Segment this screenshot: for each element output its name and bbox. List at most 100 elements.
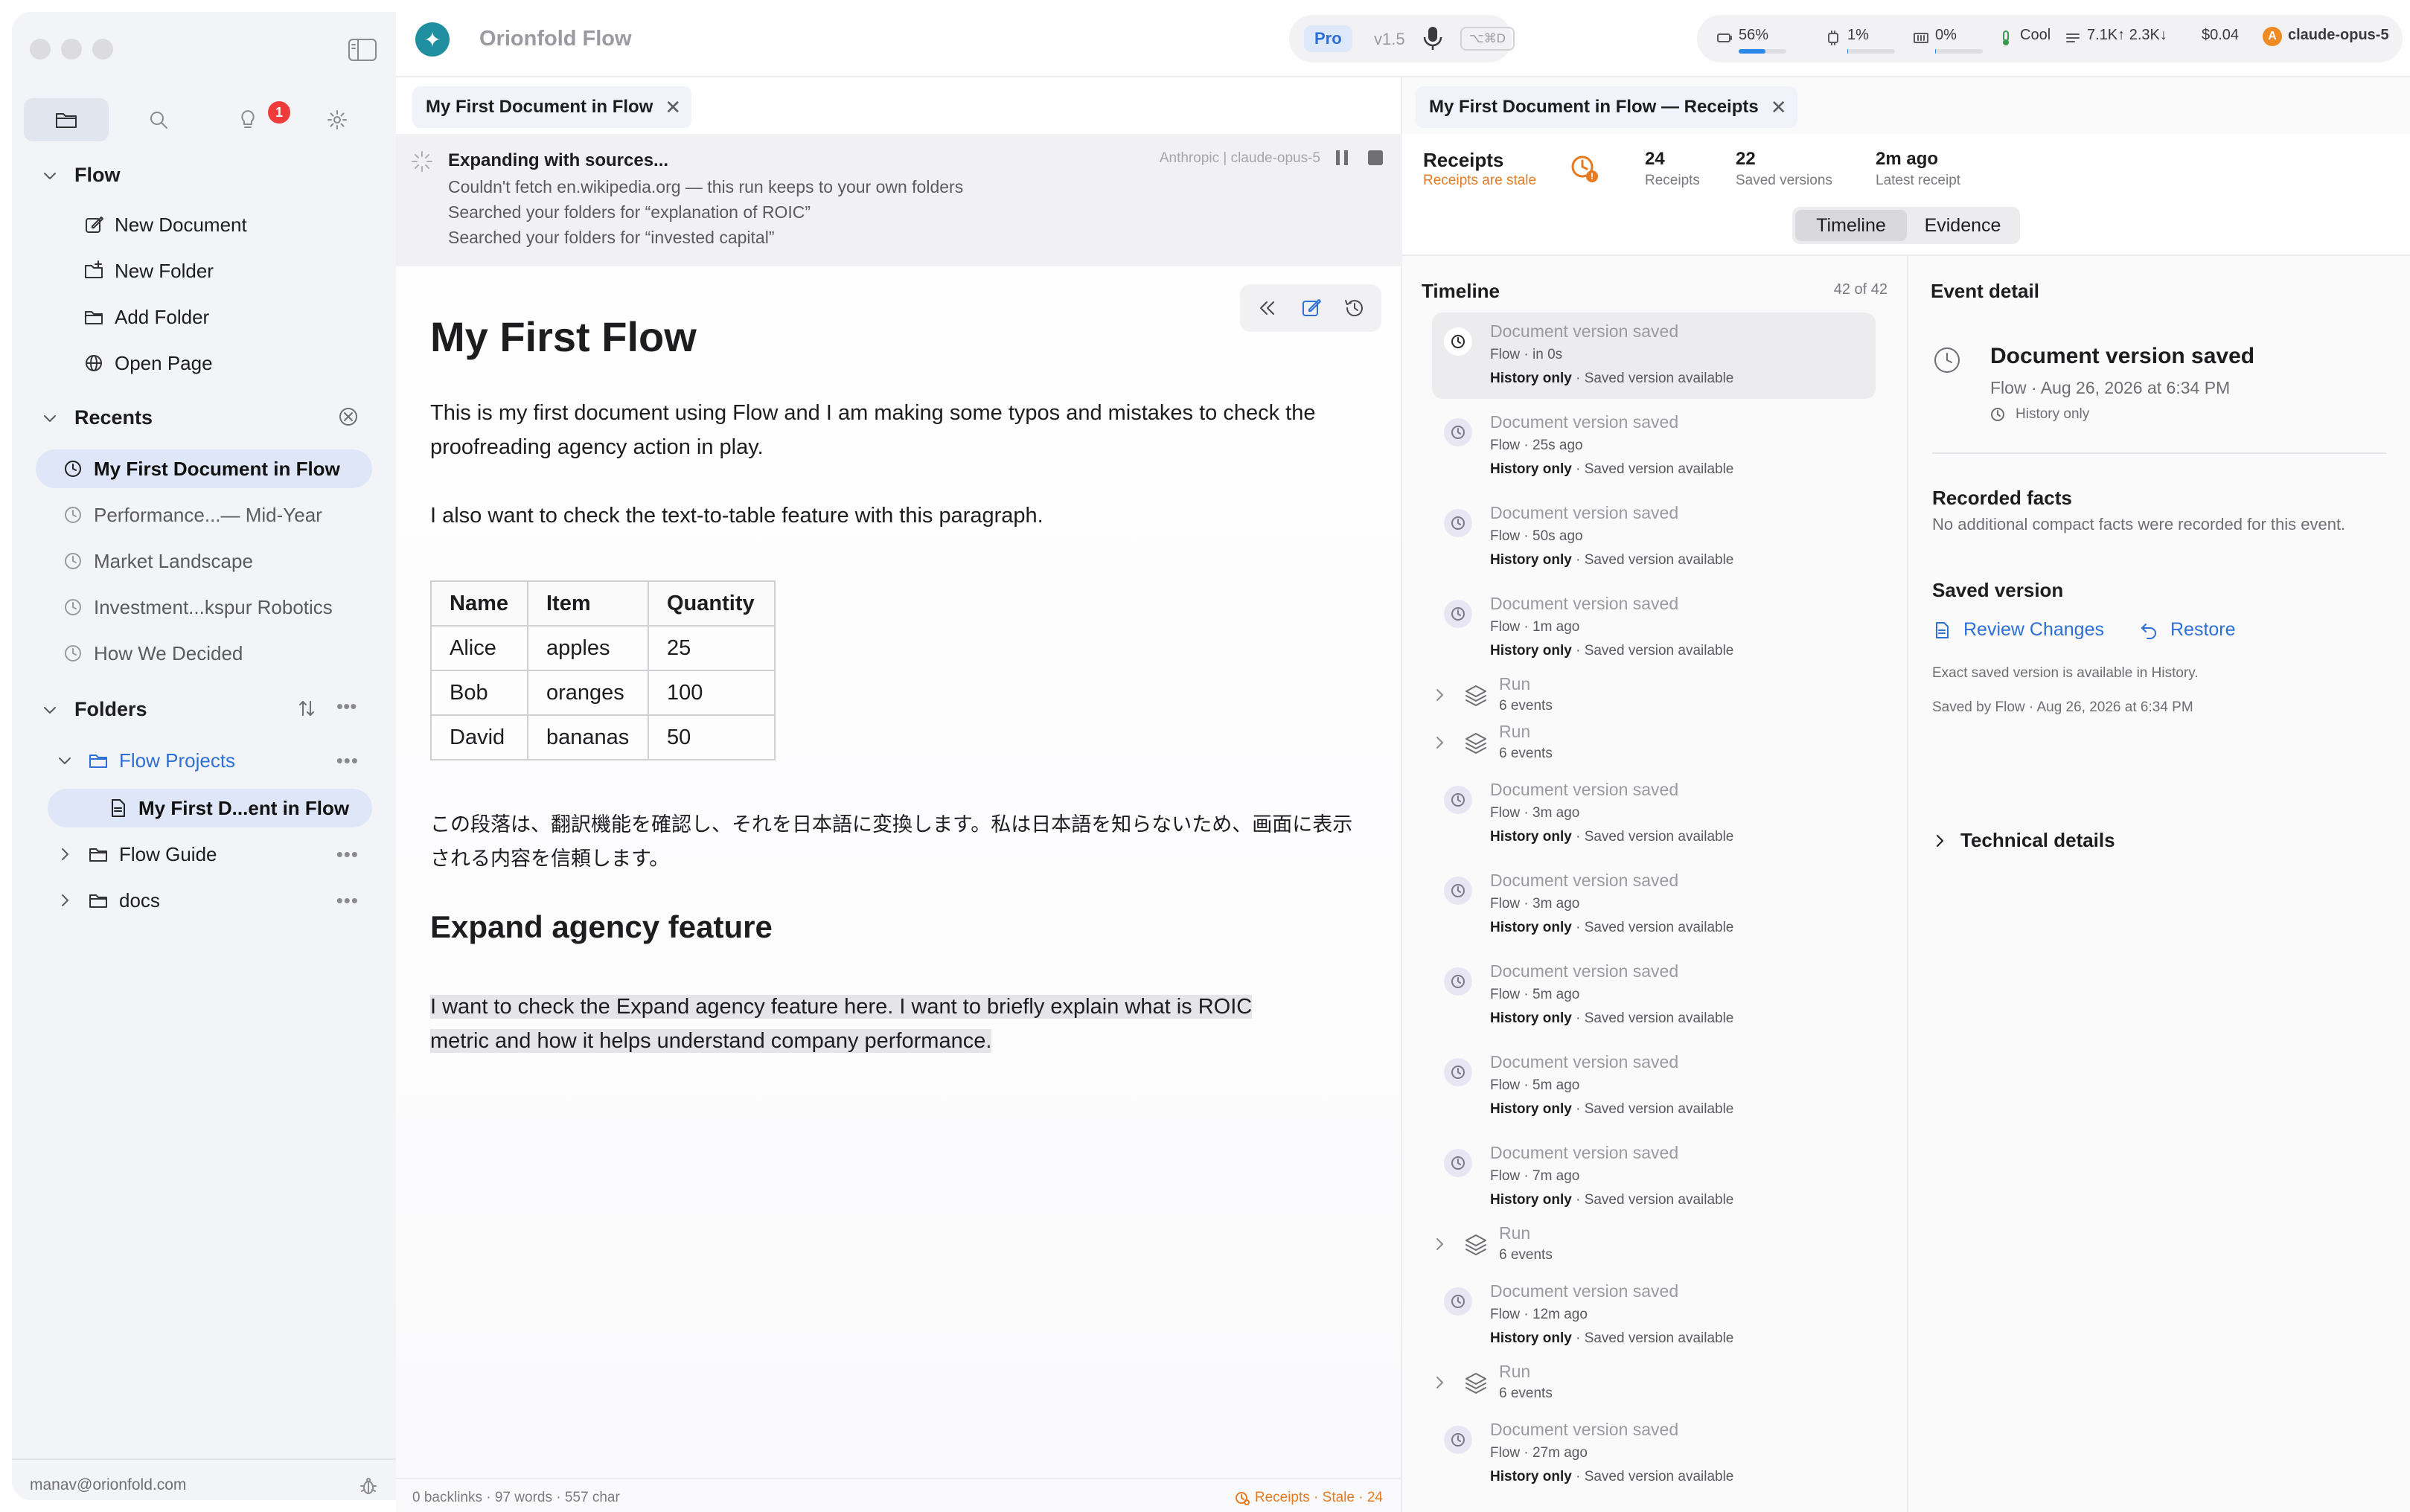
collapse-icon[interactable] — [1255, 296, 1279, 320]
context-usage[interactable]: 56% — [1716, 27, 1786, 54]
availability-label: · Saved version available — [1571, 552, 1734, 568]
cpu-bar — [1847, 49, 1895, 54]
restore-button[interactable]: Restore — [2139, 619, 2236, 641]
review-changes-button[interactable]: Review Changes — [1932, 619, 2104, 641]
history-icon[interactable] — [1343, 296, 1367, 320]
document-tab[interactable]: My First Document in Flow ✕ — [412, 86, 692, 128]
paragraph[interactable]: I also want to check the text-to-table f… — [430, 499, 1353, 533]
table-cell[interactable]: 50 — [648, 714, 776, 760]
timeline-event[interactable]: Document version saved Flow · in 0s Histor… — [1432, 313, 1876, 399]
open-page-item[interactable]: Open Page — [36, 344, 372, 382]
paragraph[interactable]: This is my first document using Flow and… — [430, 396, 1353, 464]
chevron-right-icon — [1937, 834, 1943, 847]
plan-badge[interactable]: Pro — [1304, 25, 1352, 52]
account-email[interactable]: manav@orionfold.com — [30, 1476, 186, 1494]
document-title[interactable]: My First Flow — [430, 313, 697, 361]
tab-files[interactable] — [24, 98, 109, 141]
close-tab-icon[interactable]: ✕ — [665, 96, 681, 119]
receipts-status-link[interactable]: Receipts · Stale · 24 — [1234, 1490, 1383, 1506]
pause-button[interactable] — [1334, 149, 1350, 167]
timeline-event[interactable]: Document version saved Flow · 1m ago Histo… — [1432, 585, 1876, 671]
timeline-run-group[interactable]: Run 6 events — [1432, 1362, 1876, 1408]
table-cell[interactable]: apples — [527, 625, 649, 671]
recent-item[interactable]: Performance...— Mid-Year — [36, 496, 372, 534]
table-cell[interactable]: oranges — [527, 670, 649, 716]
more-icon[interactable]: ••• — [336, 749, 359, 772]
technical-details-toggle[interactable]: Technical details — [1932, 829, 2115, 852]
folder-item-flow-guide[interactable]: Flow Guide ••• — [36, 835, 372, 874]
timeline-event[interactable]: Document version saved Flow · 3m ago Histo… — [1432, 862, 1876, 948]
recent-item[interactable]: How We Decided — [36, 634, 372, 673]
add-folder-item[interactable]: Add Folder — [36, 298, 372, 336]
folders-section-header[interactable]: Folders — [42, 698, 147, 721]
tab-search[interactable] — [116, 98, 201, 141]
timeline-event[interactable]: Document version saved Flow · 5m ago Histo… — [1432, 952, 1876, 1039]
thermal-status[interactable]: Cool — [1998, 27, 2051, 46]
clear-recents-icon[interactable] — [338, 406, 359, 427]
minimize-window-button[interactable] — [61, 39, 82, 60]
app-logo-icon: ✦ — [415, 22, 450, 57]
tab-evidence[interactable]: Evidence — [1908, 210, 2017, 241]
timeline-run-group[interactable]: Run 6 events — [1432, 1223, 1876, 1269]
more-icon[interactable]: ••• — [336, 843, 359, 866]
clock-icon — [1444, 786, 1472, 814]
event-title: Document version saved — [1490, 321, 1679, 341]
tab-settings[interactable] — [295, 98, 380, 141]
new-document-item[interactable]: New Document — [36, 205, 372, 244]
sort-icon[interactable] — [296, 698, 317, 719]
model-selector[interactable]: A claude-opus-5 — [2263, 27, 2389, 46]
table-cell[interactable]: Bob — [430, 670, 528, 716]
flow-section-header[interactable]: Flow — [42, 164, 121, 187]
stale-clock-icon[interactable]: ! — [1569, 153, 1600, 185]
table-cell[interactable]: David — [430, 714, 528, 760]
recent-item[interactable]: Market Landscape — [36, 542, 372, 580]
table-cell[interactable]: bananas — [527, 714, 649, 760]
bug-report-icon[interactable] — [359, 1476, 378, 1496]
paragraph-japanese[interactable]: この段落は、翻訳機能を確認し、それを日本語に変換します。私は日本語を知らないため… — [430, 808, 1353, 877]
run-title: Run — [1499, 722, 1531, 741]
session-cost[interactable]: $0.04 — [2202, 27, 2239, 44]
recent-item[interactable]: Investment...kspur Robotics — [36, 588, 372, 627]
timeline-event[interactable]: Document version saved Flow · 12m ago Hist… — [1432, 1272, 1876, 1359]
more-icon[interactable]: ••• — [336, 889, 359, 912]
file-item-my-first-document[interactable]: My First D...ent in Flow — [48, 789, 372, 827]
folder-icon — [85, 311, 103, 324]
timeline-event[interactable]: Document version saved Flow · 3m ago Histo… — [1432, 771, 1876, 857]
tab-timeline[interactable]: Timeline — [1795, 210, 1907, 241]
table-cell[interactable]: Alice — [430, 625, 528, 671]
section-heading[interactable]: Expand agency feature — [430, 909, 773, 945]
sidebar-toggle-icon[interactable] — [347, 37, 378, 63]
clock-icon — [1444, 1058, 1472, 1086]
table-cell[interactable]: 100 — [648, 670, 776, 716]
table-cell[interactable]: 25 — [648, 625, 776, 671]
receipts-tab[interactable]: My First Document in Flow — Receipts ✕ — [1416, 86, 1797, 128]
zoom-window-button[interactable] — [92, 39, 113, 60]
recent-item[interactable]: My First Document in Flow — [36, 449, 372, 488]
tab-ideas[interactable]: 1 — [205, 98, 290, 141]
data-table[interactable]: Name Item Quantity Alice apples 25 Bob o… — [430, 580, 776, 760]
recents-section-header[interactable]: Recents — [42, 406, 153, 429]
new-folder-item[interactable]: New Folder — [36, 252, 372, 290]
timeline-event[interactable]: Document version saved Flow · 7m ago Histo… — [1432, 1134, 1876, 1220]
timeline-event[interactable]: Document version saved Flow · 50s ago Hist… — [1432, 494, 1876, 580]
memory-usage[interactable]: 0% — [1913, 27, 1983, 54]
stop-button[interactable] — [1368, 150, 1383, 165]
timeline-event[interactable]: Document version saved Flow · 5m ago Histo… — [1432, 1043, 1876, 1130]
timeline-run-group[interactable]: Run 6 events — [1432, 674, 1876, 720]
cpu-usage[interactable]: 1% — [1825, 27, 1895, 54]
close-tab-icon[interactable]: ✕ — [1771, 96, 1787, 119]
folder-item-docs[interactable]: docs ••• — [36, 881, 372, 920]
timeline-event[interactable]: Document version saved Flow · 27m ago Hist… — [1432, 1411, 1876, 1497]
history-only-label: History only — [1490, 1101, 1572, 1117]
close-window-button[interactable] — [30, 39, 51, 60]
token-usage[interactable]: 7.1K↑ 2.3K↓ — [2065, 27, 2167, 46]
stale-warning: Receipts are stale — [1423, 173, 1537, 188]
paragraph-selected[interactable]: I want to check the Expand agency featur… — [430, 990, 1368, 1058]
microphone-icon[interactable] — [1420, 25, 1445, 52]
folder-item-flow-projects[interactable]: Flow Projects ••• — [36, 741, 372, 780]
edit-icon[interactable] — [1300, 296, 1323, 320]
timeline-run-group[interactable]: Run 6 events — [1432, 722, 1876, 768]
folders-more-icon[interactable]: ••• — [336, 695, 357, 718]
context-bar — [1739, 49, 1786, 54]
timeline-event[interactable]: Document version saved Flow · 25s ago Hist… — [1432, 403, 1876, 490]
